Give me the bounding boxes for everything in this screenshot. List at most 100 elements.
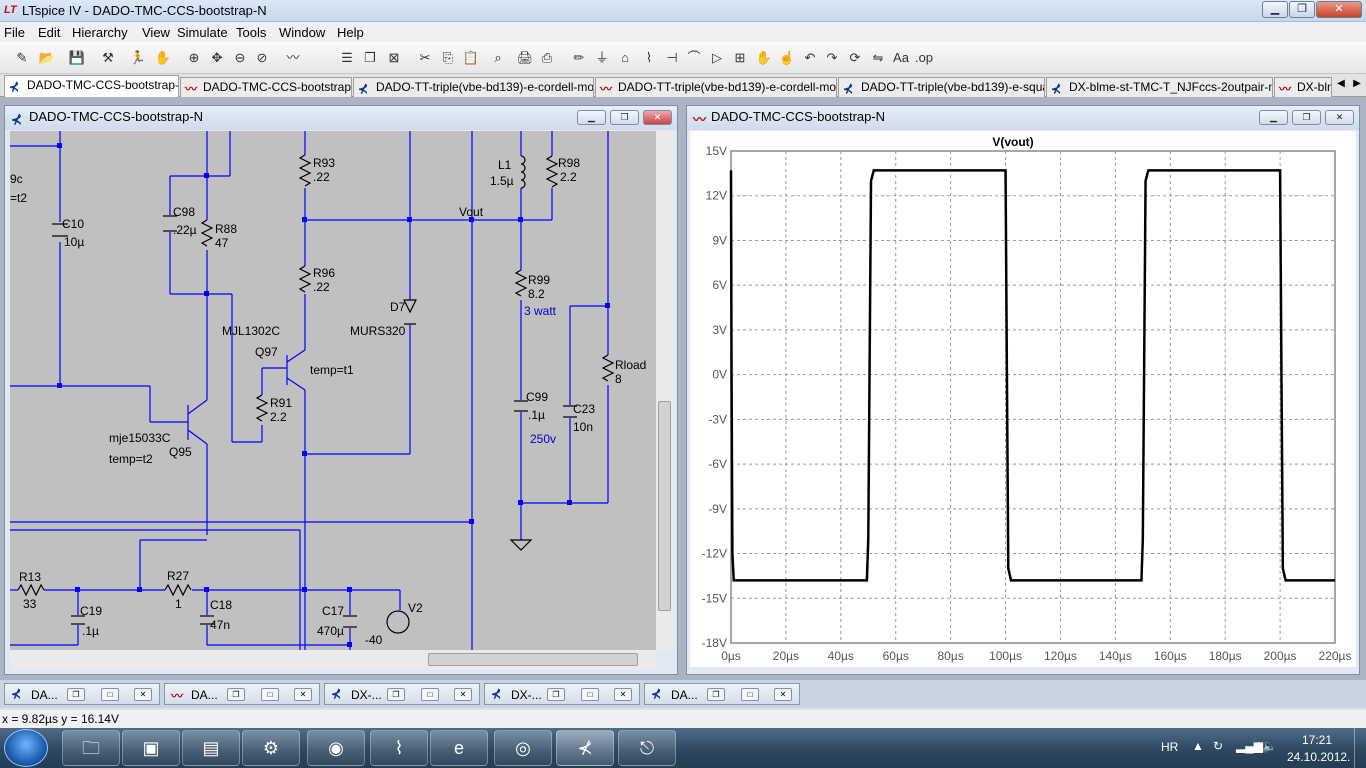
- minimized-maximize-button[interactable]: □: [101, 688, 119, 701]
- find-icon[interactable]: ⌕: [488, 48, 508, 68]
- spice-directive-icon[interactable]: .op: [914, 48, 934, 68]
- menu-view[interactable]: View: [142, 25, 170, 40]
- menu-help[interactable]: Help: [337, 25, 364, 40]
- waveform-viewer[interactable]: 0µs 20µs 40µs 60µs 80µs 100µs 120µs 140µs 160µs 1…: [690, 131, 1356, 667]
- app-taskbar-icon[interactable]: ▣: [122, 730, 180, 766]
- run-icon[interactable]: 🏃: [128, 48, 148, 68]
- undo-icon[interactable]: ↶: [800, 48, 820, 68]
- menu-window[interactable]: Window: [279, 25, 325, 40]
- minimized-window-5[interactable]: ⊀ DA... ❐ □ ✕: [644, 683, 800, 705]
- plot-close-button[interactable]: ✕: [1325, 110, 1354, 125]
- drag-icon[interactable]: ☝: [777, 48, 797, 68]
- print-icon[interactable]: ⎙: [537, 48, 557, 68]
- label-icon[interactable]: ⌂: [615, 48, 635, 68]
- pdf-reader-taskbar-icon[interactable]: ⎋: [618, 730, 676, 766]
- minimized-window-1[interactable]: ⊀ DA... ❐ □ ✕: [4, 683, 160, 705]
- internet-explorer-taskbar-icon[interactable]: e: [430, 730, 488, 766]
- zoom-in-icon[interactable]: ⊕: [184, 48, 204, 68]
- minimized-close-button[interactable]: ✕: [454, 688, 472, 701]
- minimize-button[interactable]: ▁: [1262, 1, 1288, 18]
- schematic-minimize-button[interactable]: ▁: [577, 110, 606, 125]
- menu-tools[interactable]: Tools: [236, 25, 266, 40]
- update-icon[interactable]: ↻: [1213, 739, 1223, 753]
- halt-icon[interactable]: ✋: [153, 48, 173, 68]
- control-panel-icon[interactable]: ⚒: [98, 48, 118, 68]
- menu-file[interactable]: File: [4, 25, 25, 40]
- minimized-restore-button[interactable]: ❐: [227, 688, 245, 701]
- explorer-taskbar-icon[interactable]: 🗀: [62, 730, 120, 766]
- schematic-horizontal-scrollbar[interactable]: [10, 650, 656, 670]
- tab-scroll-left-button[interactable]: ◀: [1334, 78, 1348, 94]
- network-icon[interactable]: ▂▄▆: [1236, 739, 1263, 753]
- minimized-restore-button[interactable]: ❐: [387, 688, 405, 701]
- menu-hierarchy[interactable]: Hierarchy: [72, 25, 128, 40]
- schematic-vertical-scrollbar[interactable]: [656, 131, 673, 650]
- minimized-window-2[interactable]: 〰 DA... ❐ □ ✕: [164, 683, 320, 705]
- tab-1[interactable]: ⊀ DADO-TMC-CCS-bootstrap-N: [4, 75, 179, 97]
- copy-icon[interactable]: ⎘: [438, 48, 458, 68]
- component-icon[interactable]: ⊞: [730, 48, 750, 68]
- resistor-icon[interactable]: ⌇: [639, 48, 659, 68]
- ground-icon[interactable]: ⏚: [592, 48, 612, 68]
- schematic-close-button[interactable]: ✕: [643, 110, 672, 125]
- tab-scroll-right-button[interactable]: ▶: [1350, 78, 1364, 94]
- cut-icon[interactable]: ✂: [415, 48, 435, 68]
- tab-4[interactable]: 〰 DADO-TT-triple(vbe-bd139)-e-cordell-mod…: [595, 77, 837, 97]
- schematic-restore-button[interactable]: ❐: [610, 110, 639, 125]
- cascade-icon[interactable]: ❐: [360, 48, 380, 68]
- print-setup-icon[interactable]: 🖨: [515, 48, 535, 68]
- new-schematic-icon[interactable]: ✎: [12, 48, 32, 68]
- zoom-out-icon[interactable]: ⊖: [230, 48, 250, 68]
- pan-icon[interactable]: ✥: [207, 48, 227, 68]
- tab-7[interactable]: 〰 DX-blm: [1274, 77, 1332, 97]
- inductor-icon[interactable]: ⌒: [684, 48, 704, 68]
- zoom-cancel-icon[interactable]: ⊘: [252, 48, 272, 68]
- media-taskbar-icon[interactable]: ▤: [182, 730, 240, 766]
- schematic-canvas[interactable]: 9c =t2 C10 10µ C98 .22µ R88 47 R93 .22 R…: [10, 131, 656, 650]
- close-button[interactable]: ✕: [1316, 1, 1362, 18]
- tab-5[interactable]: ⊀ DADO-TT-triple(vbe-bd139)-e-square: [838, 77, 1045, 97]
- wire-icon[interactable]: ✏: [569, 48, 589, 68]
- minimized-maximize-button[interactable]: □: [581, 688, 599, 701]
- media-player-taskbar-icon[interactable]: ◎: [494, 730, 552, 766]
- minimized-restore-button[interactable]: ❐: [707, 688, 725, 701]
- mirror-icon[interactable]: ⇋: [868, 48, 888, 68]
- open-icon[interactable]: 📂: [37, 48, 57, 68]
- redo-icon[interactable]: ↷: [822, 48, 842, 68]
- minimized-window-4[interactable]: ⊀ DX-... ❐ □ ✕: [484, 683, 640, 705]
- plot-minimize-button[interactable]: ▁: [1259, 110, 1288, 125]
- clock-time[interactable]: 17:21: [1302, 733, 1332, 747]
- waveform-icon[interactable]: 〰: [283, 48, 303, 68]
- tool-taskbar-icon[interactable]: ⚙: [242, 730, 300, 766]
- clock-date[interactable]: 24.10.2012.: [1287, 750, 1350, 764]
- minimized-maximize-button[interactable]: □: [741, 688, 759, 701]
- maximize-button[interactable]: ❐: [1289, 1, 1315, 18]
- tab-6[interactable]: ⊀ DX-blme-st-TMC-T_NJFccs-2outpair-mk2: [1046, 77, 1273, 97]
- save-icon[interactable]: 💾: [67, 48, 87, 68]
- tab-2[interactable]: 〰 DADO-TMC-CCS-bootstrap-N: [180, 77, 352, 97]
- ltspice-taskbar-icon[interactable]: ⊀: [556, 730, 614, 766]
- tile-horizontal-icon[interactable]: ☰: [337, 48, 357, 68]
- minimized-restore-button[interactable]: ❐: [67, 688, 85, 701]
- text-icon[interactable]: Aa: [891, 48, 911, 68]
- security-taskbar-icon[interactable]: ◉: [307, 730, 365, 766]
- plot-restore-button[interactable]: ❐: [1292, 110, 1321, 125]
- trace-title[interactable]: V(vout): [992, 135, 1033, 149]
- menu-simulate[interactable]: Simulate: [177, 25, 228, 40]
- schematic-hscroll-thumb[interactable]: [428, 653, 638, 666]
- rotate-icon[interactable]: ⟳: [845, 48, 865, 68]
- show-hidden-icons-icon[interactable]: ▲: [1192, 739, 1204, 753]
- capacitor-icon[interactable]: ⊣: [662, 48, 682, 68]
- minimized-close-button[interactable]: ✕: [294, 688, 312, 701]
- volume-icon[interactable]: 🔈: [1262, 739, 1277, 753]
- schematic-vscroll-thumb[interactable]: [658, 401, 671, 611]
- minimized-maximize-button[interactable]: □: [421, 688, 439, 701]
- paste-icon[interactable]: 📋: [461, 48, 481, 68]
- start-button[interactable]: [4, 729, 48, 767]
- minimized-maximize-button[interactable]: □: [261, 688, 279, 701]
- minimized-restore-button[interactable]: ❐: [547, 688, 565, 701]
- menu-edit[interactable]: Edit: [38, 25, 60, 40]
- minimized-window-3[interactable]: ⊀ DX-... ❐ □ ✕: [324, 683, 480, 705]
- move-icon[interactable]: ✋: [754, 48, 774, 68]
- close-all-icon[interactable]: ⊠: [384, 48, 404, 68]
